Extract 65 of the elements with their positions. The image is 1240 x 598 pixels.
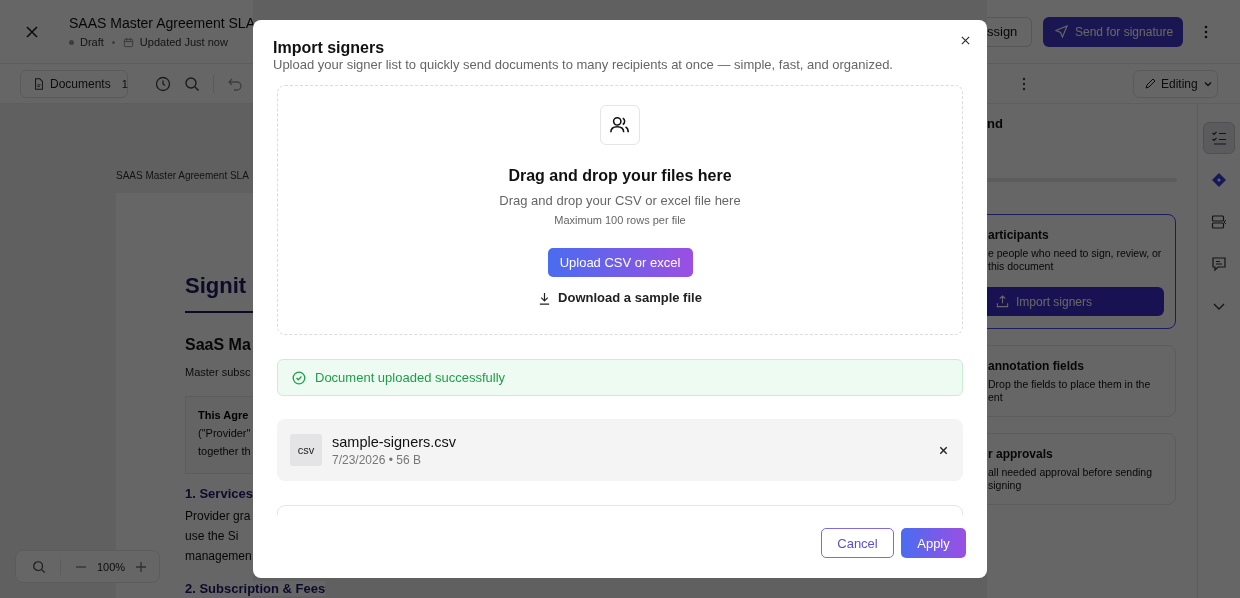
step-card[interactable]: articipants e people who need to sign, review, or this document Import signers: [987, 214, 1176, 329]
updated-label: Updated Just now: [139, 36, 228, 48]
status-label: Draft: [80, 36, 104, 48]
panel-title: nd: [987, 116, 1004, 132]
remove-icon[interactable]: [938, 444, 949, 456]
apply-button[interactable]: Apply: [901, 528, 966, 558]
import-signers-button[interactable]: Import signers: [987, 287, 1164, 316]
drop-zone[interactable]: Drag and drop your files here Drag and drop your CSV or excel file here Maximum 100 rows per file Upload CSV or excel Download a sample file: [277, 85, 963, 335]
drop-zone-hint: Drag and drop your CSV or excel file here: [499, 193, 741, 209]
status-dot: [69, 39, 74, 45]
check-circle-icon: [292, 370, 306, 385]
step-title: r approvals: [988, 446, 1054, 462]
clock-icon[interactable]: [155, 75, 171, 92]
file-meta: 7/23/2026 • 56 B: [332, 452, 422, 467]
brand-name: Signit: [185, 273, 248, 299]
download-icon: [538, 291, 552, 305]
intro-text: together th: [198, 444, 252, 459]
comment-icon: [1211, 256, 1227, 272]
file-limit-note: Maximum 100 rows per file: [554, 213, 686, 227]
upload-icon: [996, 295, 1009, 308]
dialog-title: Import signers: [273, 39, 386, 57]
documents-count: 1: [121, 77, 128, 90]
checklist-icon: [1211, 130, 1227, 146]
step-description: e people who need to sign, review, or this document: [988, 247, 1163, 273]
calendar-icon: [122, 36, 134, 48]
section-text: managemen: [185, 548, 252, 565]
section-text: use the Si: [185, 528, 239, 545]
section-heading: 2. Subscription & Fees: [185, 581, 326, 596]
step-title: annotation fields: [988, 358, 1085, 374]
rail-button[interactable]: [1203, 122, 1235, 154]
download-sample-link[interactable]: Download a sample file: [538, 289, 702, 307]
banner-message: Document uploaded successfully: [315, 370, 506, 385]
more-icon[interactable]: [1204, 24, 1208, 39]
cancel-button[interactable]: Cancel: [821, 528, 894, 558]
assign-button[interactable]: ssign: [987, 16, 1032, 47]
zoom-level: 100%: [97, 560, 126, 573]
intro-text: This Agre: [198, 408, 250, 423]
step-title: articipants: [988, 227, 1050, 243]
intro-text: ("Provider": [198, 426, 252, 441]
documents-button[interactable]: Documents 1: [20, 69, 128, 98]
upload-button[interactable]: Upload CSV or excel: [547, 248, 693, 277]
file-name: sample-signers.csv: [332, 433, 458, 450]
dialog-subtitle: Upload your signer list to quickly send documents to many recipients at once — simple, fast, and organized.: [273, 57, 894, 73]
more-icon[interactable]: [1022, 76, 1026, 91]
drop-zone-title: Drag and drop your files here: [508, 166, 732, 186]
document-subtitle: Master subsc: [185, 365, 252, 379]
page-label: SAAS Master Agreement SLA: [116, 170, 250, 181]
file-type-badge: csv: [290, 434, 322, 466]
search-icon[interactable]: [184, 75, 200, 92]
step-description: all needed approval before sending signing: [988, 466, 1154, 492]
document-title: SAAS Master Agreement SLA: [69, 15, 255, 31]
document-heading: SaaS Ma: [185, 335, 252, 355]
separator-dot: [111, 40, 115, 44]
send-button[interactable]: Send for signature: [1043, 16, 1183, 47]
step-description: Drop the fields to place them in the ent: [988, 378, 1152, 404]
form-icon: [1211, 214, 1227, 230]
close-icon[interactable]: [960, 35, 971, 46]
section-text: Provider gra: [185, 508, 251, 525]
zoom-in-icon[interactable]: [135, 560, 148, 573]
document-icon: [33, 77, 45, 90]
mode-dropdown[interactable]: Editing: [1133, 69, 1218, 98]
send-icon: [1055, 25, 1068, 38]
diamond-icon: [1211, 172, 1227, 188]
search-icon[interactable]: [32, 559, 46, 574]
pencil-icon: [1144, 77, 1156, 90]
